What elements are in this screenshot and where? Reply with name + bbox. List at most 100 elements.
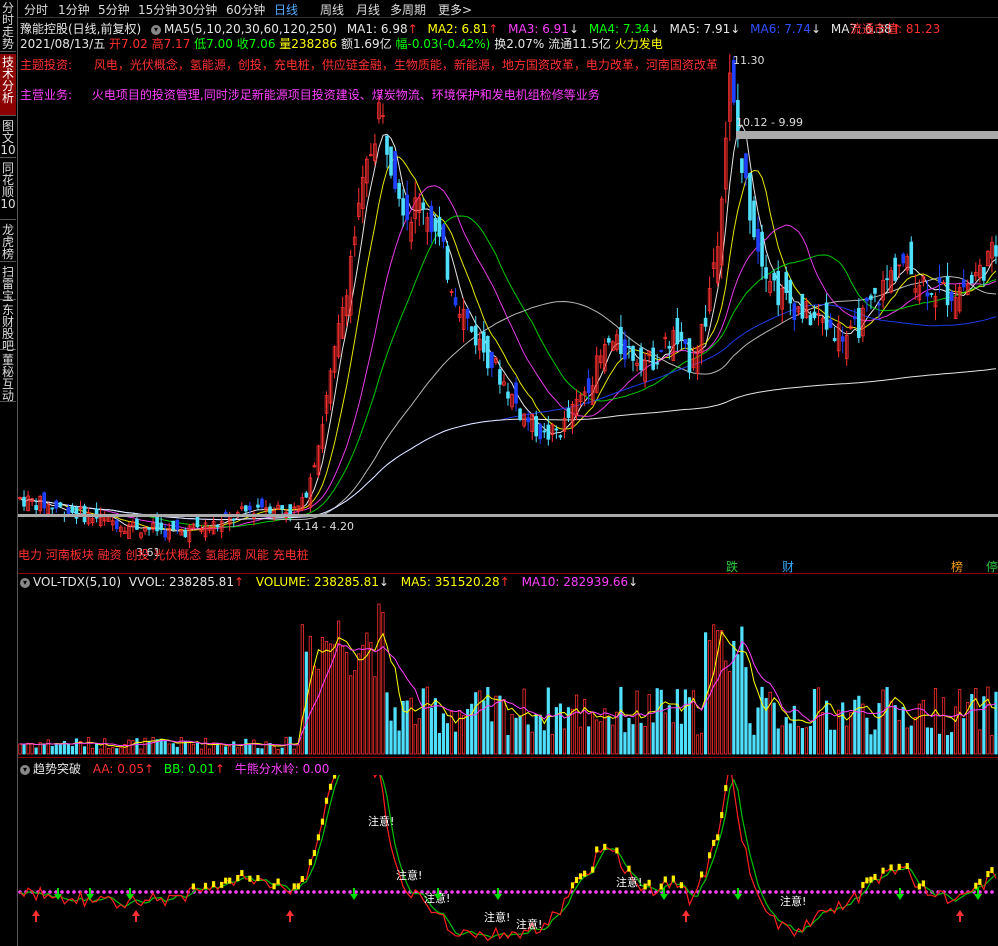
candle-body [498,369,502,385]
candle-body [433,218,438,232]
period-tab-3[interactable]: 15分钟 [138,1,177,18]
volume-bar [103,738,107,755]
candle-body [760,231,764,267]
volume-bar [474,692,478,755]
volume-bar [111,747,115,755]
candle-body [740,158,744,173]
candle-body [465,309,470,319]
volume-bar [962,718,966,755]
candle-body [248,505,252,511]
water-line-dot [504,890,508,894]
volume-bar [925,727,930,755]
ma1-arrow-icon: ↑ [407,22,418,36]
volume-bar [796,726,800,755]
sidebar-tab-6[interactable]: 东财股吧 [0,302,16,352]
candle-body [748,173,752,221]
trend-rise-block [191,883,196,890]
side-navigation: 分时走势技术分析图文10 同花顺10 龙虎榜扫雷宝 东财股吧 董秘互动 [0,0,18,946]
water-line-dot [162,890,166,894]
trend-rise-block [595,846,599,853]
trend-rise-block [583,870,587,877]
volume-bar [373,676,377,755]
menu-circle-icon[interactable]: ▾ [151,24,162,35]
water-line-dot [630,890,634,894]
candle-body [623,339,627,360]
sidebar-tab-4[interactable]: 龙虎榜 [0,222,16,262]
period-tab-8[interactable]: 月线 [356,1,380,18]
candle-body [607,338,611,343]
ma3-arrow-icon: ↓ [568,22,579,36]
volume-bar [220,744,224,755]
period-tab-4[interactable]: 30分钟 [178,1,217,18]
volume-bar [135,738,139,755]
water-line-dot [786,890,790,894]
volume-bar [421,688,425,755]
water-value: 牛熊分水岭: 0.00 [234,762,330,776]
trend-rise-block [679,882,683,889]
candlestick-chart[interactable]: 10.12 - 9.994.14 - 4.2011.303.61 [18,48,998,573]
candle-body [744,153,748,179]
sidebar-tab-2[interactable]: 图文10 [0,118,16,158]
sidebar-tab-7[interactable]: 董秘互动 [0,352,16,402]
period-tab-1[interactable]: 1分钟 [58,1,90,18]
water-line-dot [516,890,520,894]
volume-bar [417,718,421,755]
period-tab-6[interactable]: 日线 [274,1,298,18]
sidebar-tab-1[interactable]: 技术分析 [0,54,16,116]
volume-bar [877,703,881,755]
candle-body [244,505,248,512]
trend-indicator-chart[interactable]: 注意!注意!注意!注意!注意!注意!注意! [18,775,998,946]
volume-bar [405,700,409,755]
volume-chart[interactable] [18,590,998,756]
trend-rise-block [224,877,228,884]
candle-body [389,146,393,176]
period-tab-9[interactable]: 多周期 [390,1,426,18]
sidebar-tab-0[interactable]: 分时走势 [0,0,16,52]
menu-circle-icon[interactable]: ▾ [20,577,30,588]
volume-bar [284,737,288,755]
volume-bar [627,717,631,755]
volume-bar [42,743,46,755]
water-line-dot [294,890,298,894]
water-line-dot [624,890,628,894]
period-tab-5[interactable]: 60分钟 [226,1,265,18]
volume-bar [800,728,804,755]
period-tab-0[interactable]: 分时 [24,1,48,18]
volume-bar [54,744,58,755]
menu-circle-icon[interactable]: ▾ [20,764,30,775]
candle-body [397,182,401,199]
candle-body [401,198,405,216]
alert-label: 注意! [368,814,394,828]
bb-value: BB: 0.01 [163,762,215,776]
water-line-dot [96,890,100,894]
volume-bar [95,743,99,755]
candle-body [405,194,409,220]
volume-bar [950,732,954,755]
water-line-dot [918,890,922,894]
sidebar-tab-3[interactable]: 同花顺10 [0,160,16,220]
water-line-dot [378,890,382,894]
volume-bar [50,746,54,755]
ma6-arrow-icon: ↓ [810,22,822,36]
candle-body [441,224,446,242]
volume-bar [437,733,442,755]
water-line-dot [816,890,820,894]
water-line-dot [990,890,994,894]
volume-bar [595,719,599,755]
volume-bar [236,747,240,755]
sidebar-tab-5[interactable]: 扫雷宝 [0,264,16,302]
volume-bar [889,700,893,755]
candle-body [159,522,163,531]
candle-body [304,492,309,498]
trend-rise-block [897,863,901,870]
period-tab-10[interactable]: 更多> [438,1,472,18]
trend-rise-block [211,881,216,888]
period-tab-7[interactable]: 周线 [320,1,344,18]
volume-title: VOL-TDX(5,10) [33,575,122,589]
volume-bar [643,725,647,755]
trend-rise-block [990,867,994,874]
volume-bar [824,700,829,755]
volume-bar [703,632,708,755]
period-tab-2[interactable]: 5分钟 [98,1,130,18]
volume-bar [954,706,958,755]
